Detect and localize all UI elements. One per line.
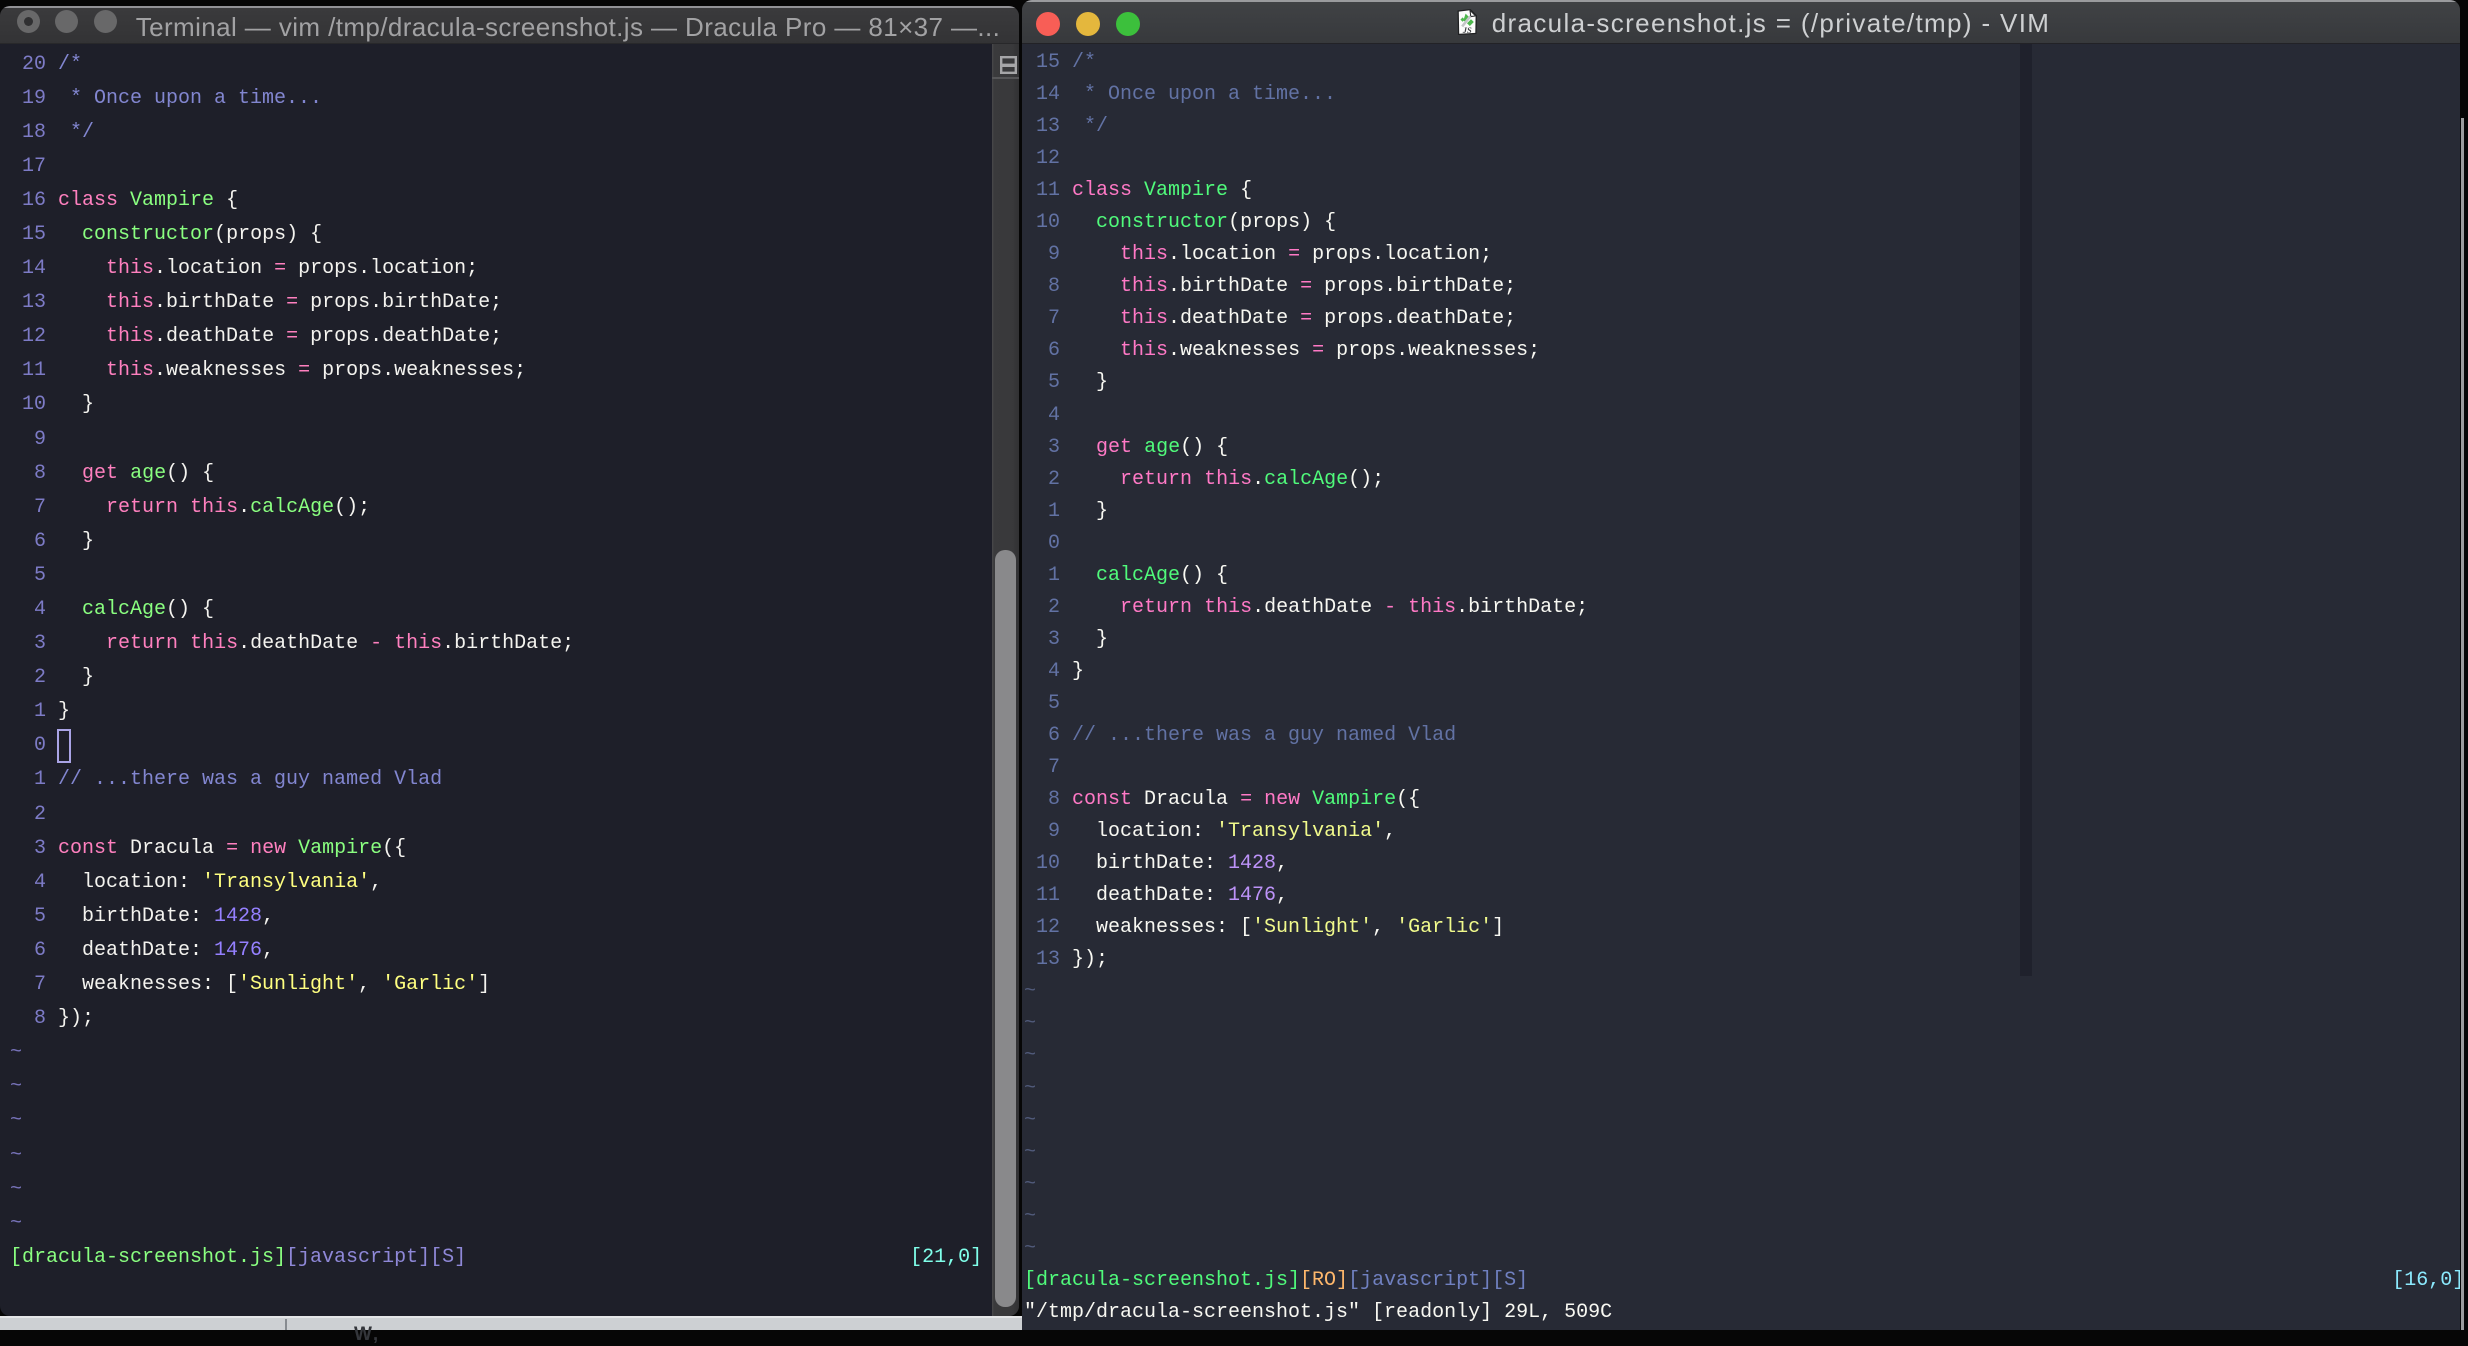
- svg-text:JS: JS: [1462, 25, 1472, 35]
